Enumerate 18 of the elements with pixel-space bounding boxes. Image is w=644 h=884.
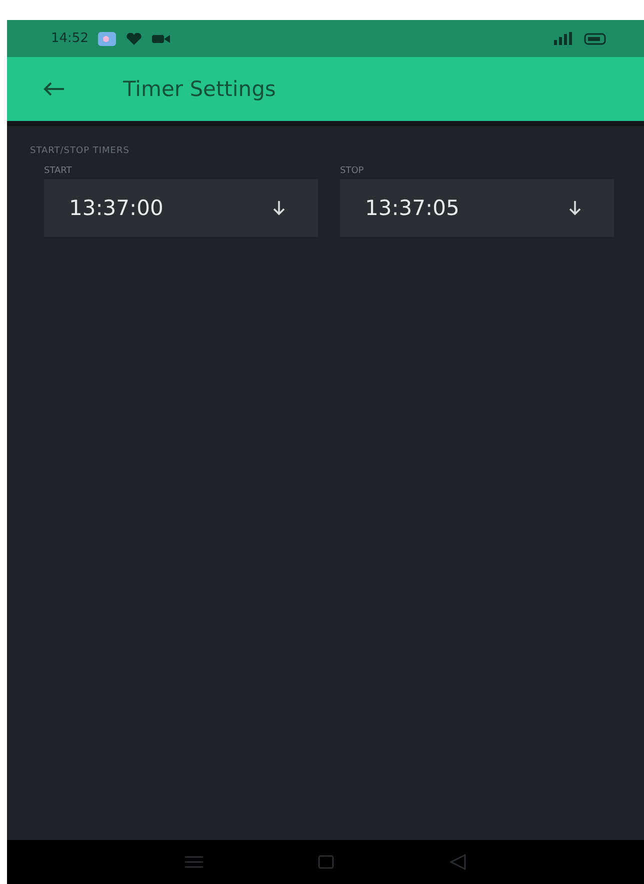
heart-icon xyxy=(126,32,142,44)
status-time: 14:52 xyxy=(51,31,88,46)
back-triangle-icon[interactable] xyxy=(450,854,466,870)
down-arrow-icon xyxy=(568,200,582,216)
signal-icon xyxy=(552,32,574,45)
time-picker-field[interactable]: 13:37:00 xyxy=(44,179,318,237)
notification-icon xyxy=(98,32,116,46)
field-label: STOP xyxy=(340,166,365,176)
screen-title: Timer Settings xyxy=(123,77,276,101)
camera-icon xyxy=(152,34,170,44)
menu-icon[interactable] xyxy=(184,856,203,868)
field-label: START xyxy=(44,166,73,176)
down-arrow-icon xyxy=(272,200,286,216)
time-picker-field[interactable]: 13:37:05 xyxy=(340,179,614,237)
home-square-icon[interactable] xyxy=(318,855,334,869)
section-title: START/STOP TIMERS xyxy=(30,146,130,156)
back-arrow-icon[interactable] xyxy=(43,82,65,96)
battery-icon xyxy=(584,32,608,44)
